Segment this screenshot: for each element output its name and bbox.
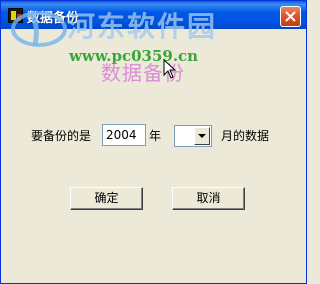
window-title: 数据备份 — [27, 11, 80, 26]
chevron-down-icon[interactable] — [194, 127, 210, 145]
mouse-cursor-icon — [163, 59, 177, 79]
title-bar[interactable]: 数据备份 — [1, 1, 306, 29]
app-icon — [8, 8, 23, 23]
close-icon — [285, 11, 296, 22]
watermark-url: www.pc0359.cn — [69, 47, 199, 65]
year-input[interactable] — [102, 124, 146, 146]
cancel-button[interactable]: 取消 — [172, 187, 245, 210]
close-button[interactable] — [280, 6, 301, 27]
month-suffix-label: 月的数据 — [221, 129, 270, 143]
dialog-window: 数据备份 河东软件园 www.pc0359.cn 数据备份 要备份的是 年 月的… — [0, 0, 307, 284]
ok-button[interactable]: 确定 — [70, 187, 143, 210]
year-unit-label: 年 — [149, 129, 162, 143]
month-select[interactable] — [174, 125, 212, 147]
prefix-label: 要备份的是 — [31, 129, 92, 143]
